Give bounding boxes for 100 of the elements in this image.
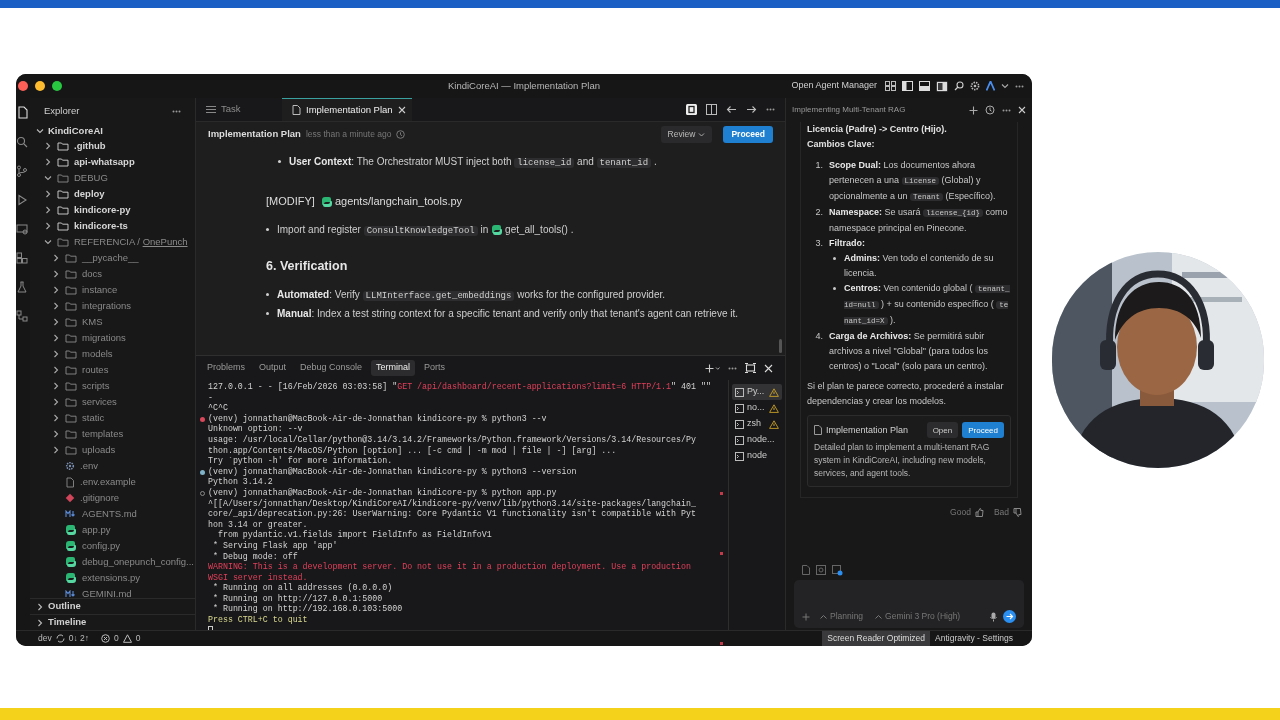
context-icon[interactable]: [832, 565, 843, 576]
more-icon[interactable]: [172, 109, 181, 113]
tree-item[interactable]: api-whatsapp: [74, 155, 135, 170]
tree-item[interactable]: routes: [82, 363, 109, 378]
scrollbar-thumb[interactable]: [779, 339, 782, 353]
panel-tab[interactable]: Terminal: [371, 360, 416, 376]
tree-item[interactable]: .github: [74, 139, 106, 154]
review-dropdown[interactable]: Review: [660, 125, 713, 143]
panel-tab[interactable]: Problems: [202, 360, 250, 376]
secondary-sidebar-icon[interactable]: [936, 80, 948, 92]
sidebar-toggle-icon[interactable]: [902, 81, 913, 91]
tree-item[interactable]: kindicore-py: [74, 203, 131, 218]
tree-item[interactable]: config.py: [82, 539, 121, 554]
chat-input[interactable]: Planning Gemini 3 Pro (High): [794, 580, 1024, 628]
tree-item[interactable]: uploads: [82, 443, 116, 458]
terminal-session[interactable]: no...: [732, 400, 782, 416]
tree-item[interactable]: AGENTS.md: [82, 507, 137, 522]
split-editor-icon[interactable]: [706, 104, 717, 115]
error-count[interactable]: 0: [114, 632, 119, 645]
tree-item[interactable]: services: [82, 395, 117, 410]
tree-item[interactable]: models: [82, 347, 113, 362]
tree-item[interactable]: docs: [82, 267, 103, 282]
section-header[interactable]: Outline: [48, 599, 81, 614]
layout-icon[interactable]: [885, 81, 896, 91]
mode-selector[interactable]: Planning: [820, 610, 864, 623]
send-icon[interactable]: [1003, 610, 1016, 623]
tree-item[interactable]: deploy: [74, 187, 105, 202]
feedback-link[interactable]: Bad: [993, 506, 1009, 519]
tree-item[interactable]: kindicore-ts: [74, 219, 128, 234]
tree-item[interactable]: __pycache__: [82, 251, 139, 266]
files-icon[interactable]: [16, 106, 28, 119]
sync-status[interactable]: 0↓ 2↑: [68, 632, 90, 645]
preview-icon[interactable]: [686, 104, 697, 115]
new-terminal-icon[interactable]: [705, 363, 720, 373]
feedback-link[interactable]: Good: [950, 506, 971, 519]
close-icon[interactable]: [764, 363, 773, 373]
chevron-down-icon[interactable]: [1001, 82, 1009, 90]
terminal-session[interactable]: node: [732, 448, 782, 464]
history-icon[interactable]: [985, 105, 995, 115]
more-icon[interactable]: [766, 108, 775, 111]
panel-tab[interactable]: Debug Console: [295, 360, 368, 376]
panel-tab[interactable]: Ports: [419, 360, 451, 376]
proceed-button[interactable]: Proceed: [723, 125, 773, 143]
arrow-left-icon[interactable]: [726, 105, 737, 114]
more-icon[interactable]: [1015, 84, 1024, 88]
search-icon[interactable]: [16, 136, 28, 148]
extensions-icon[interactable]: [16, 252, 28, 264]
tree-item[interactable]: .gitignore: [80, 491, 120, 506]
close-icon[interactable]: [1018, 106, 1026, 114]
proceed-button[interactable]: Proceed: [962, 422, 1004, 438]
status-item[interactable]: Antigravity - Settings: [930, 631, 1018, 646]
terminal-session[interactable]: Py...: [732, 384, 782, 400]
search-icon[interactable]: [954, 81, 964, 91]
tree-item[interactable]: scripts: [82, 379, 110, 394]
status-item[interactable]: Screen Reader Optimized: [822, 631, 931, 646]
tree-item[interactable]: debug_onepunch_config...: [82, 555, 194, 570]
more-icon[interactable]: [1002, 108, 1011, 112]
run-icon[interactable]: [16, 194, 28, 206]
file-icon[interactable]: [802, 565, 810, 575]
image-icon[interactable]: [816, 565, 826, 575]
remote-icon[interactable]: [16, 223, 28, 235]
tree-item[interactable]: KindiCoreAI: [48, 124, 103, 139]
more-icon[interactable]: [728, 366, 737, 370]
tree-item[interactable]: DEBUG: [74, 171, 108, 186]
nodes-icon[interactable]: [16, 310, 28, 322]
arrow-right-icon[interactable]: [746, 105, 757, 114]
microphone-icon[interactable]: [990, 611, 997, 622]
open-button[interactable]: Open: [926, 422, 959, 438]
agent-manager-link[interactable]: Open Agent Manager: [791, 79, 877, 93]
tree-item[interactable]: .env.example: [80, 475, 136, 490]
panel-toggle-icon[interactable]: [919, 81, 930, 91]
thumbs-up-icon[interactable]: [974, 507, 984, 517]
tree-item[interactable]: migrations: [82, 331, 126, 346]
tree-item[interactable]: KMS: [82, 315, 103, 330]
tree-item[interactable]: REFERENCIA / OnePunch: [74, 235, 188, 250]
account-icon[interactable]: [986, 81, 995, 91]
maximize-icon[interactable]: [745, 363, 756, 373]
branch-name[interactable]: dev: [38, 632, 52, 645]
section-header[interactable]: Timeline: [48, 615, 87, 630]
flask-icon[interactable]: [16, 281, 28, 293]
warning-count[interactable]: 0: [135, 632, 141, 645]
settings-icon[interactable]: [970, 81, 980, 91]
thumbs-down-icon[interactable]: [1013, 507, 1022, 517]
tree-item[interactable]: GEMINI.md: [82, 587, 132, 598]
tree-item[interactable]: templates: [82, 427, 124, 442]
sync-icon[interactable]: [55, 634, 65, 643]
editor-tab[interactable]: Task: [196, 98, 282, 121]
panel-tab[interactable]: Output: [254, 360, 292, 376]
close-icon[interactable]: [397, 106, 406, 114]
tree-item[interactable]: static: [82, 411, 105, 426]
tree-item[interactable]: instance: [82, 283, 118, 298]
tree-item[interactable]: app.py: [82, 523, 111, 538]
terminal-session[interactable]: zsh: [732, 416, 782, 432]
model-selector[interactable]: Gemini 3 Pro (High): [875, 610, 961, 623]
terminal-session[interactable]: node...: [732, 432, 782, 448]
editor-tab[interactable]: Implementation Plan: [282, 98, 412, 121]
tree-item[interactable]: .env: [80, 459, 98, 474]
tree-item[interactable]: extensions.py: [82, 571, 141, 586]
tree-item[interactable]: integrations: [82, 299, 132, 314]
plus-icon[interactable]: [969, 105, 978, 115]
